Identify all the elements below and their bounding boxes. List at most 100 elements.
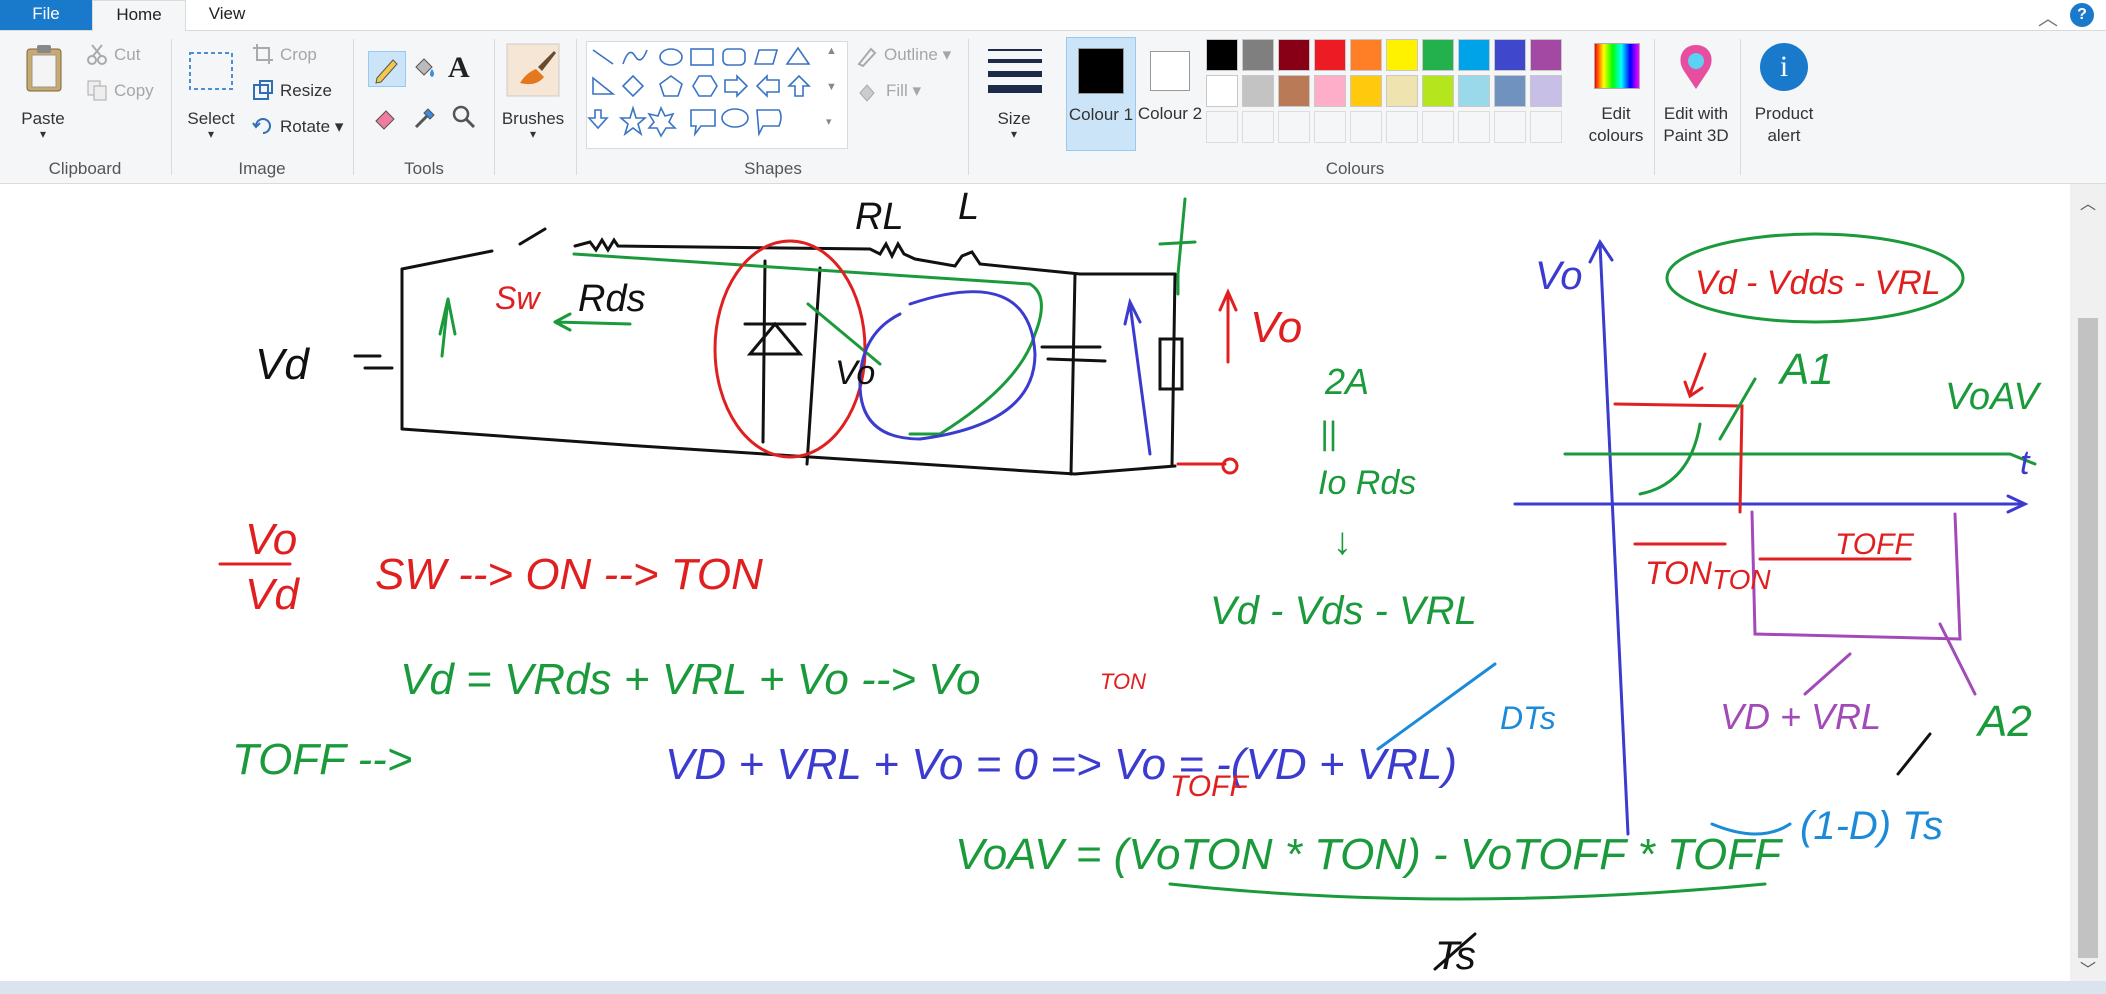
drawing-svg: Vd Sw Rds RL L Vo Vo Vo Vd SW --> ON -->… <box>218 186 2042 978</box>
colour-swatch[interactable] <box>1314 75 1346 107</box>
colour-swatch[interactable] <box>1422 39 1454 71</box>
colour-swatch[interactable] <box>1530 111 1562 143</box>
selection-rect-icon <box>189 52 233 90</box>
colour-swatch[interactable] <box>1494 75 1526 107</box>
clipboard-group-label: Clipboard <box>48 159 122 178</box>
equation-2: VD + VRL + Vo = 0 => Vo = -(VD + VRL) <box>665 740 1457 789</box>
crop-icon <box>253 44 273 64</box>
ratio-denominator: Vd <box>245 570 300 619</box>
crop-button[interactable]: Crop <box>280 45 317 65</box>
colour-swatch[interactable] <box>1530 39 1562 71</box>
tab-file[interactable]: File <box>0 0 92 30</box>
colour-swatch[interactable] <box>1458 75 1490 107</box>
tab-home[interactable]: Home <box>92 0 186 32</box>
colour2-button[interactable]: Colour 2 <box>1136 37 1204 149</box>
colour-swatch[interactable] <box>1242 75 1274 107</box>
voav-equation: VoAV = (VoTON * TON) - VoTOFF * TOFF <box>955 830 1783 879</box>
divider <box>1654 39 1655 175</box>
eraser-icon[interactable] <box>372 103 400 131</box>
paste-button[interactable]: Paste ▾ <box>10 39 76 149</box>
shapes-gallery[interactable] <box>586 41 848 149</box>
resize-icon <box>253 80 273 100</box>
resize-button[interactable]: Resize <box>280 81 332 101</box>
scroll-up-icon[interactable]: ︿ <box>2080 190 2096 214</box>
ton-label-2: TON <box>1712 564 1771 595</box>
colour-swatch[interactable] <box>1350 111 1382 143</box>
scroll-down-icon[interactable]: ﹀ <box>2080 956 2096 980</box>
size-button[interactable]: Size ▾ <box>976 39 1052 149</box>
colour1-swatch <box>1078 48 1124 94</box>
cut-button[interactable]: Cut <box>114 45 140 65</box>
colour-swatch[interactable] <box>1278 75 1310 107</box>
pencil-tool[interactable] <box>368 51 406 87</box>
colour1-label: Colour 1 <box>1068 105 1134 124</box>
colour1-button[interactable]: Colour 1 <box>1066 37 1136 151</box>
colour-swatch[interactable] <box>1386 75 1418 107</box>
colour-swatch[interactable] <box>1494 39 1526 71</box>
colour-swatch[interactable] <box>1422 75 1454 107</box>
brushes-button[interactable]: Brushes ▾ <box>498 39 568 149</box>
gallery-scroll-up-icon[interactable]: ▲ <box>826 45 837 57</box>
colour-swatch[interactable] <box>1314 111 1346 143</box>
equation-1-subscript: TON <box>1100 669 1146 694</box>
colour-swatch[interactable] <box>1350 39 1382 71</box>
colour-swatch[interactable] <box>1458 111 1490 143</box>
colour-swatch[interactable] <box>1278 111 1310 143</box>
brushes-label: Brushes <box>501 109 565 128</box>
rotate-button[interactable]: Rotate ▾ <box>280 117 343 137</box>
fill-label: Fill <box>886 81 908 100</box>
fill-button[interactable]: Fill ▾ <box>886 81 921 101</box>
tab-view[interactable]: View <box>184 0 270 30</box>
gallery-scroll-down-icon[interactable]: ▼ <box>826 81 837 93</box>
magnifier-icon[interactable] <box>450 103 478 131</box>
colour-swatch[interactable] <box>1422 111 1454 143</box>
colour-swatch[interactable] <box>1278 39 1310 71</box>
colour-swatch[interactable] <box>1386 39 1418 71</box>
vertical-scrollbar[interactable]: ︿ ﹀ <box>2070 184 2106 981</box>
rotate-label: Rotate <box>280 117 331 136</box>
scissors-icon <box>87 44 107 65</box>
colour-swatch[interactable] <box>1206 75 1238 107</box>
outline-button[interactable]: Outline ▾ <box>884 45 951 65</box>
copy-button[interactable]: Copy <box>114 81 154 101</box>
io-rds-text: Io Rds <box>1318 464 1416 502</box>
product-alert-button[interactable]: i Product alert <box>1746 39 1822 149</box>
edit-paint3d-button[interactable]: Edit with Paint 3D <box>1656 39 1736 149</box>
tools-group-label: Tools <box>404 159 444 178</box>
colour-swatch[interactable] <box>1350 75 1382 107</box>
drawing-canvas[interactable]: Vd Sw Rds RL L Vo Vo Vo Vd SW --> ON -->… <box>0 184 2070 981</box>
pencil-icon <box>375 59 398 84</box>
colour-picker-icon[interactable] <box>412 103 440 131</box>
divider <box>494 39 495 175</box>
colour-swatch[interactable] <box>1206 39 1238 71</box>
help-button[interactable]: ? <box>2070 3 2094 27</box>
collapse-ribbon-icon[interactable]: ︿ <box>2038 2 2058 31</box>
text-tool-icon[interactable]: A <box>448 51 470 85</box>
chevron-down-icon: ▾ <box>529 127 537 141</box>
scroll-thumb[interactable] <box>2078 318 2098 958</box>
divider <box>171 39 172 175</box>
t-axis-label: t <box>2020 444 2031 482</box>
colour-swatch[interactable] <box>1530 75 1562 107</box>
colour-swatch[interactable] <box>1458 39 1490 71</box>
colour-wheel-icon <box>1594 43 1640 89</box>
label-vo-output: Vo <box>1250 303 1302 352</box>
gallery-expand-icon[interactable]: ▾ <box>826 115 832 128</box>
label-rl: RL <box>855 196 904 238</box>
outline-label: Outline <box>884 45 938 64</box>
colour-swatch[interactable] <box>1242 39 1274 71</box>
colour2-label: Colour 2 <box>1137 104 1203 123</box>
colour-swatch[interactable] <box>1386 111 1418 143</box>
info-icon: i <box>1760 43 1808 91</box>
colour-swatch[interactable] <box>1494 111 1526 143</box>
fill-bucket-icon[interactable] <box>410 55 438 83</box>
colour-swatch[interactable] <box>1242 111 1274 143</box>
select-button[interactable]: Select ▾ <box>180 39 242 149</box>
current-text: 2A <box>1324 361 1369 402</box>
colour-swatch[interactable] <box>1314 39 1346 71</box>
rotate-icon <box>252 118 271 134</box>
edit-colours-button[interactable]: Edit colours <box>1580 39 1652 149</box>
size-label: Size <box>997 109 1031 128</box>
sw-on-text: SW --> ON --> TON <box>375 550 763 599</box>
colour-swatch[interactable] <box>1206 111 1238 143</box>
